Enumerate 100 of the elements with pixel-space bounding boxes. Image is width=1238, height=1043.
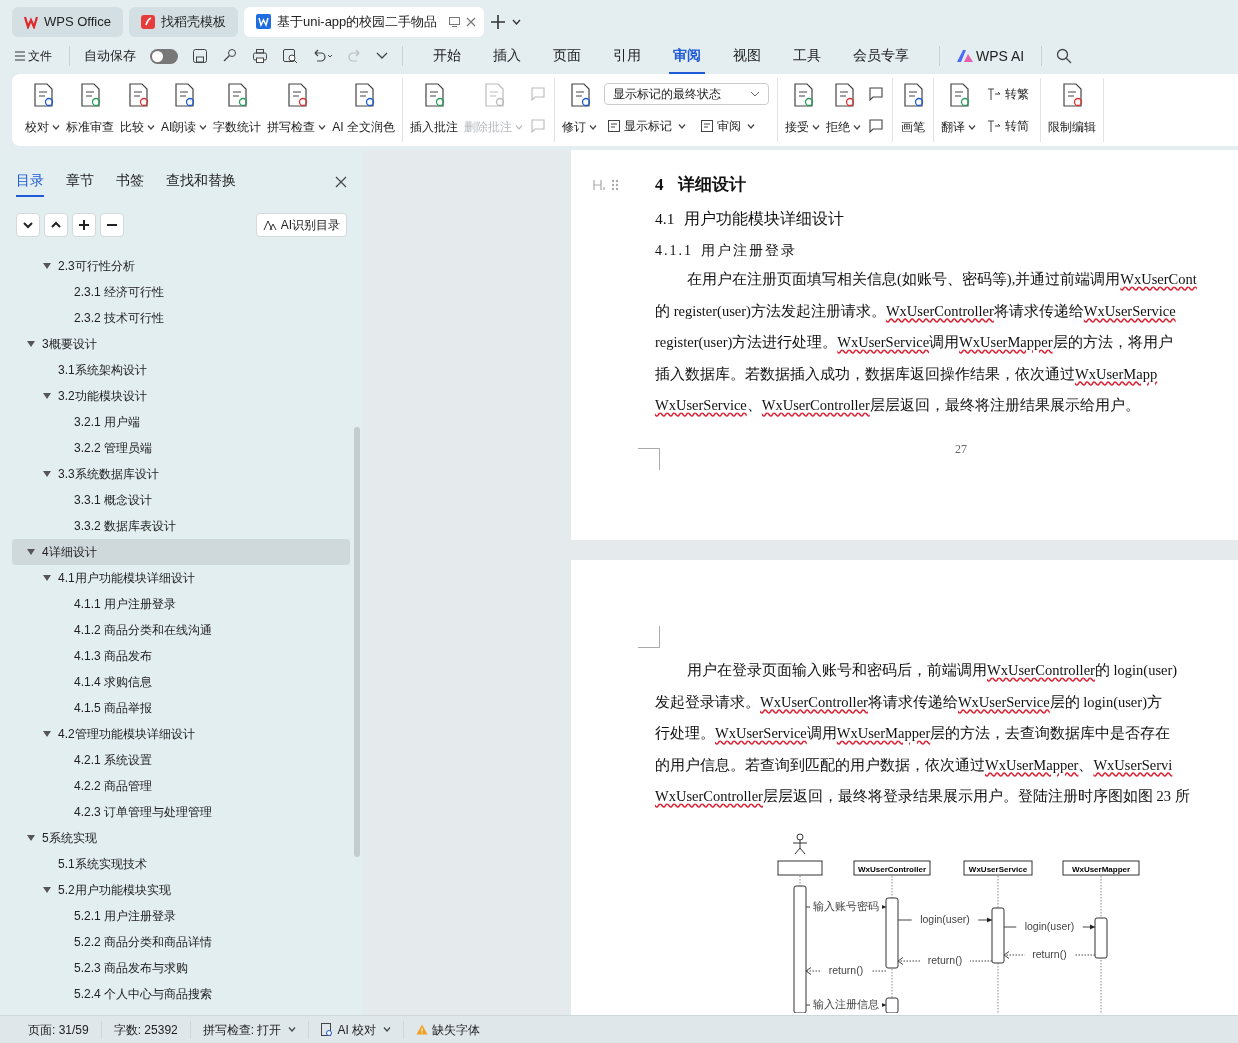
- toc-item[interactable]: 2.3.2 技术可行性: [12, 305, 350, 331]
- ribbon-button[interactable]: 校对: [22, 78, 63, 140]
- plus-icon[interactable]: [489, 13, 506, 30]
- expanded-triangle-icon[interactable]: [27, 548, 35, 555]
- app-tab[interactable]: 找稻壳模板: [128, 6, 238, 37]
- toc-item[interactable]: 4详细设计: [12, 539, 350, 565]
- toc-item[interactable]: 5.1系统实现技术: [12, 851, 350, 877]
- ribbon-button[interactable]: 画笔: [897, 78, 929, 140]
- toc-item[interactable]: 3.2.1 用户端: [12, 409, 350, 435]
- expanded-triangle-icon[interactable]: [43, 886, 51, 893]
- toc-item[interactable]: 4.1.1 用户注册登录: [12, 591, 350, 617]
- toc-item[interactable]: 5.2.4 个人中心与商品搜索: [12, 981, 350, 1007]
- ribbon-small-button[interactable]: 显示标记: [604, 115, 689, 137]
- toc-item[interactable]: 5系统实现: [12, 825, 350, 851]
- toc-item[interactable]: 5.2用户功能模块实现: [12, 877, 350, 903]
- toc-item[interactable]: 4.1用户功能模块详细设计: [12, 565, 350, 591]
- print-icon[interactable]: [252, 48, 268, 64]
- spell-check-button[interactable]: 拼写检查: 打开: [190, 1020, 310, 1039]
- toc-item[interactable]: 3.3.1 概念设计: [12, 487, 350, 513]
- ribbon-button[interactable]: 比较: [117, 78, 158, 140]
- toc-item[interactable]: 4.1.3 商品发布: [12, 643, 350, 669]
- crop-mark: [638, 448, 660, 470]
- sidebar-tab[interactable]: 章节: [66, 166, 94, 197]
- ribbon-button[interactable]: 接受: [782, 78, 823, 140]
- actor-icon: [792, 833, 808, 854]
- caret-icon[interactable]: [376, 52, 388, 60]
- ribbon-button[interactable]: 拼写检查: [264, 78, 330, 140]
- monitor-icon[interactable]: [449, 16, 461, 27]
- toc-item[interactable]: 3.3.2 数据库表设计: [12, 513, 350, 539]
- file-menu[interactable]: 文件: [12, 45, 55, 67]
- markup-dropdown[interactable]: 显示标记的最终状态: [604, 83, 769, 105]
- drag-handle-icon[interactable]: [611, 179, 619, 191]
- ribbon-button[interactable]: 翻译: [938, 78, 979, 140]
- app-tab[interactable]: WPS Office: [12, 6, 123, 37]
- close-icon[interactable]: [466, 16, 477, 27]
- expanded-triangle-icon[interactable]: [43, 574, 51, 581]
- ribbon-button[interactable]: 字数统计: [210, 78, 265, 140]
- toc-item[interactable]: 5.2.1 用户注册登录: [12, 903, 350, 929]
- ribbon-tab[interactable]: 会员专享: [849, 38, 913, 74]
- sidebar-tab[interactable]: 查找和替换: [166, 166, 236, 197]
- ribbon-tab[interactable]: 视图: [729, 38, 765, 74]
- toc-item[interactable]: 4.1.2 商品分类和在线沟通: [12, 617, 350, 643]
- ai-check-button[interactable]: AI 校对: [309, 1020, 405, 1039]
- ribbon-small-button[interactable]: 转简: [983, 115, 1032, 137]
- expanded-triangle-icon[interactable]: [43, 392, 51, 399]
- ribbon-tab[interactable]: 插入: [489, 38, 525, 74]
- expanded-triangle-icon[interactable]: [43, 262, 51, 269]
- ribbon-button[interactable]: 标准审查: [63, 78, 117, 140]
- ribbon-tab[interactable]: 页面: [549, 38, 585, 74]
- ribbon-tab[interactable]: 引用: [609, 38, 645, 74]
- toc-item[interactable]: 3.1系统架构设计: [12, 357, 350, 383]
- save-icon[interactable]: [192, 48, 208, 64]
- toc-item[interactable]: 3.3系统数据库设计: [12, 461, 350, 487]
- expanded-triangle-icon[interactable]: [43, 470, 51, 477]
- expanded-triangle-icon[interactable]: [43, 730, 51, 737]
- toc-item[interactable]: 2.3可行性分析: [12, 253, 350, 279]
- expand-all-icon[interactable]: [22, 219, 34, 231]
- activation-bar: [1094, 917, 1108, 958]
- autosave-toggle[interactable]: [150, 48, 178, 64]
- plus-icon[interactable]: [78, 219, 90, 231]
- sidebar-tab[interactable]: 目录: [16, 166, 44, 197]
- ribbon-small-button[interactable]: 审阅: [697, 115, 758, 137]
- expanded-triangle-icon[interactable]: [27, 340, 35, 347]
- toc-item[interactable]: 5.2.3 商品发布与求购: [12, 955, 350, 981]
- toc-item[interactable]: 4.2管理功能模块详细设计: [12, 721, 350, 747]
- ribbon-button[interactable]: AI朗读: [158, 78, 211, 140]
- toc-item[interactable]: 3.2.2 管理员端: [12, 435, 350, 461]
- undo-icon[interactable]: [312, 49, 334, 63]
- caret-icon: [383, 1027, 392, 1032]
- missing-font-button[interactable]: 缺失字体: [404, 1020, 493, 1039]
- search-icon[interactable]: [1056, 48, 1073, 64]
- app-tab[interactable]: 基于uni-app的校园二手物品: [243, 6, 484, 37]
- toc-item[interactable]: 4.1.5 商品举报: [12, 695, 350, 721]
- toc-item[interactable]: 4.2.1 系统设置: [12, 747, 350, 773]
- previous-comment-icon[interactable]: [868, 86, 884, 102]
- ribbon-button[interactable]: 插入批注: [407, 78, 461, 140]
- ribbon-tab[interactable]: 开始: [429, 38, 465, 74]
- page-count: 页面: 31/59: [16, 1020, 102, 1039]
- scrollbar[interactable]: [354, 427, 360, 857]
- toc-item[interactable]: 4.2.2 商品管理: [12, 773, 350, 799]
- next-comment-icon[interactable]: [868, 118, 884, 134]
- ribbon-button[interactable]: AI 全文润色: [329, 78, 398, 140]
- caret-icon[interactable]: [511, 18, 521, 25]
- sidebar-tab[interactable]: 书签: [116, 166, 144, 197]
- close-icon[interactable]: [335, 175, 347, 188]
- wps-ai-tab[interactable]: WPS AI: [954, 43, 1028, 69]
- ribbon-button[interactable]: 限制编辑: [1045, 78, 1099, 140]
- ribbon-button[interactable]: 修订: [559, 78, 600, 140]
- expanded-triangle-icon[interactable]: [27, 834, 35, 841]
- ribbon-button[interactable]: 拒绝: [823, 78, 864, 140]
- toc-item[interactable]: 3.2功能模块设计: [12, 383, 350, 409]
- ai-toc-button[interactable]: AI识别目录: [255, 213, 347, 237]
- ribbon-tab[interactable]: 工具: [789, 38, 825, 74]
- toc-item[interactable]: 4.1.4 求购信息: [12, 669, 350, 695]
- toc-item[interactable]: 5.2.2 商品分类和商品详情: [12, 929, 350, 955]
- toc-item[interactable]: 2.3.1 经济可行性: [12, 279, 350, 305]
- print-preview-icon[interactable]: [282, 48, 298, 64]
- ribbon-small-button[interactable]: 转繁: [983, 83, 1032, 105]
- toc-item[interactable]: 3概要设计: [12, 331, 350, 357]
- toc-item[interactable]: 4.2.3 订单管理与处理管理: [12, 799, 350, 825]
